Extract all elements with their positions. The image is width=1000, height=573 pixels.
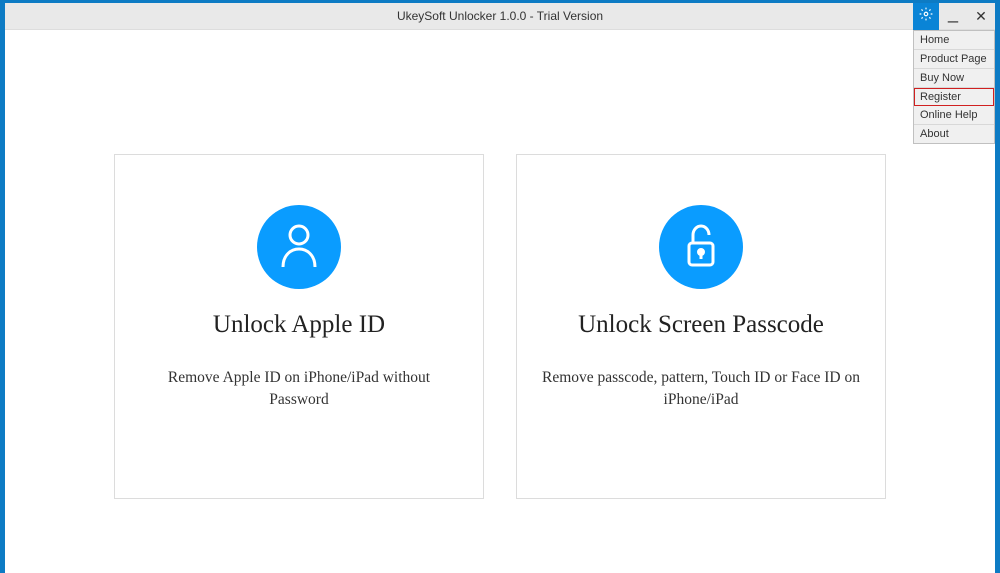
menu-item-product-page[interactable]: Product Page: [914, 50, 994, 69]
menu-item-buy-now[interactable]: Buy Now: [914, 69, 994, 88]
screen-passcode-title: Unlock Screen Passcode: [578, 311, 824, 339]
unlock-apple-id-card[interactable]: Unlock Apple ID Remove Apple ID on iPhon…: [114, 154, 484, 499]
minimize-button[interactable]: _: [939, 3, 967, 30]
minimize-icon: _: [948, 3, 958, 24]
menu-item-home[interactable]: Home: [914, 31, 994, 50]
unlock-screen-passcode-card[interactable]: Unlock Screen Passcode Remove passcode, …: [516, 154, 886, 499]
person-icon: [277, 221, 321, 274]
settings-dropdown: Home Product Page Buy Now Register Onlin…: [913, 30, 995, 144]
apple-id-title: Unlock Apple ID: [213, 311, 385, 339]
person-icon-circle: [257, 205, 341, 289]
unlock-icon: [679, 221, 723, 274]
window-controls: _ ✕: [913, 3, 995, 30]
menu-item-register[interactable]: Register: [914, 88, 994, 106]
main-content: Unlock Apple ID Remove Apple ID on iPhon…: [5, 30, 995, 573]
app-window: UkeySoft Unlocker 1.0.0 - Trial Version …: [5, 3, 995, 573]
lock-icon-circle: [659, 205, 743, 289]
menu-item-online-help[interactable]: Online Help: [914, 106, 994, 125]
close-button[interactable]: ✕: [967, 3, 995, 30]
close-icon: ✕: [975, 8, 987, 25]
apple-id-desc: Remove Apple ID on iPhone/iPad without P…: [139, 367, 459, 410]
settings-button[interactable]: [913, 3, 939, 30]
title-bar: UkeySoft Unlocker 1.0.0 - Trial Version …: [5, 3, 995, 30]
gear-icon: [919, 7, 933, 26]
window-title: UkeySoft Unlocker 1.0.0 - Trial Version: [397, 9, 603, 23]
menu-item-about[interactable]: About: [914, 125, 994, 143]
screen-passcode-desc: Remove passcode, pattern, Touch ID or Fa…: [541, 367, 861, 410]
